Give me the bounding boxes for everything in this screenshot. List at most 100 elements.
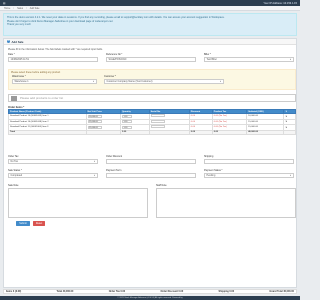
- reset-button[interactable]: Reset: [33, 221, 45, 226]
- submit-button[interactable]: Submit: [16, 221, 30, 226]
- biller-field: Biller * Test Biller ▼: [204, 53, 294, 62]
- totals-bar: Items 3 (3.00) Total 40,000.00 Order Tax…: [3, 289, 297, 294]
- demo-alert: This is the demo version 4.2.1. We reset…: [3, 13, 297, 36]
- totals-grand: Grand Total 40,000.00: [269, 290, 294, 293]
- order-discount-field: Order Discount: [106, 155, 196, 164]
- reference-label: Reference No *: [106, 53, 123, 56]
- chevron-down-icon: ▼: [92, 80, 95, 83]
- sale-status-label: Sale Status *: [8, 169, 22, 172]
- page-footer: © 2025 Stock Manager Advance (v3.4.53) A…: [0, 296, 300, 300]
- form-intro: Please fill in the information below. Th…: [8, 48, 103, 51]
- chevron-down-icon: ▼: [93, 160, 96, 163]
- quantity-input[interactable]: 1.00: [121, 125, 132, 129]
- page-title: Add Sale: [11, 39, 24, 44]
- footer-quantity: 3.00: [119, 129, 150, 135]
- reference-input[interactable]: SALE/POS/0310: [106, 57, 196, 62]
- totals-items: Items 3 (3.00): [6, 290, 22, 293]
- payment-term-label: Payment Term: [106, 169, 122, 172]
- order-discount-input[interactable]: [106, 159, 196, 164]
- biller-select[interactable]: Test Biller ▼: [204, 57, 294, 62]
- sale-status-select[interactable]: Completed ▼: [8, 173, 98, 178]
- totals-shipping: Shipping 0.00: [218, 290, 235, 293]
- chevron-down-icon: ▼: [93, 174, 96, 177]
- footer-cell: [283, 129, 296, 135]
- chevron-down-icon: ▼: [219, 80, 222, 83]
- payment-status-select[interactable]: Pending ▼: [204, 173, 294, 178]
- payment-term-field: Payment Term: [106, 169, 196, 178]
- customer-label: Customer *: [104, 75, 116, 78]
- price-input[interactable]: 15,000.00: [87, 120, 102, 124]
- sale-status-value: Completed: [10, 174, 23, 177]
- serial-input[interactable]: [150, 125, 165, 129]
- date-field: Date * 10/08/2025 11:51: [8, 53, 98, 62]
- totals-discount: Order Discount 0.00: [160, 290, 184, 293]
- sale-note-label: Sale Note: [8, 184, 19, 187]
- reference-value: SALE/POS/0310: [108, 58, 127, 61]
- price-input[interactable]: 10,000.00: [87, 114, 102, 118]
- breadcrumb-separator: /: [13, 6, 15, 10]
- ip-address-text: Your IP Address: 10.153.1.15: [263, 1, 297, 5]
- order-tax-field: Order Tax No Tax ▼: [8, 155, 98, 164]
- warehouse-label: Warehouse *: [12, 75, 26, 78]
- warehouse-value: Warehouse 1: [14, 80, 29, 83]
- quantity-input[interactable]: 1.00: [121, 114, 132, 118]
- date-input[interactable]: 10/08/2025 11:51: [8, 57, 98, 62]
- panel-header: + Add Sale: [4, 39, 296, 45]
- footer-discount: 0.00: [188, 129, 213, 135]
- date-value: 10/08/2025 11:51: [10, 58, 29, 61]
- alert-line: Thank you very much: [7, 23, 31, 27]
- staff-note-label: Staff Note: [156, 184, 167, 187]
- add-sale-panel: + Add Sale Please fill in the informatio…: [3, 38, 297, 288]
- totals-order-tax: Order Tax 0.00: [108, 290, 126, 293]
- order-tax-value: No Tax: [10, 160, 18, 163]
- quantity-input[interactable]: 1.00: [121, 120, 132, 124]
- barcode-icon: [11, 95, 17, 101]
- selection-panel: Please select these before adding any pr…: [8, 69, 296, 90]
- staff-note-textarea[interactable]: [156, 188, 296, 218]
- serial-input[interactable]: [150, 114, 165, 118]
- totals-total: Total 40,000.00: [56, 290, 74, 293]
- chevron-down-icon: ▼: [289, 174, 292, 177]
- selection-note: Please select these before adding any pr…: [11, 71, 61, 74]
- app-logo[interactable]: ▤: [3, 2, 5, 5]
- serial-input[interactable]: [150, 119, 165, 123]
- customer-value: Customer Company Name (Test Customer): [106, 80, 153, 83]
- chevron-down-icon: ▼: [289, 58, 292, 61]
- shipping-input[interactable]: [204, 159, 294, 164]
- price-input[interactable]: 15,000.00: [87, 125, 102, 129]
- biller-label: Biller *: [204, 53, 211, 56]
- footer-cell: [148, 129, 190, 135]
- footer-tax: 0.00: [211, 129, 248, 135]
- payment-status-field: Payment Status * Pending ▼: [204, 169, 294, 178]
- order-tax-label: Order Tax: [8, 155, 19, 158]
- sale-note-textarea[interactable]: [8, 188, 148, 218]
- footer-total-label: Total: [8, 129, 87, 135]
- breadcrumb: Home / Sales / Add Sale: [0, 6, 300, 11]
- breadcrumb-sales[interactable]: Sales: [17, 7, 23, 10]
- footer-cell: [85, 129, 121, 135]
- breadcrumb-home[interactable]: Home: [4, 7, 10, 10]
- plus-icon: +: [7, 39, 10, 43]
- order-tax-select[interactable]: No Tax ▼: [8, 159, 98, 164]
- biller-value: Test Biller: [206, 58, 217, 61]
- customer-select[interactable]: Customer Company Name (Test Customer) ▼: [104, 79, 224, 84]
- date-label: Date *: [8, 53, 15, 56]
- payment-term-input[interactable]: [106, 173, 196, 178]
- payment-status-value: Pending: [206, 174, 216, 177]
- sale-status-field: Sale Status * Completed ▼: [8, 169, 98, 178]
- breadcrumb-separator: /: [26, 6, 27, 10]
- breadcrumb-current: Add Sale: [29, 6, 40, 10]
- reference-field: Reference No * SALE/POS/0310: [106, 53, 196, 62]
- table-footer-row: Total 3.00 0.00 0.00 40,000.00: [8, 129, 296, 135]
- shipping-label: Shipping: [204, 155, 214, 158]
- payment-status-label: Payment Status *: [204, 169, 223, 172]
- footer-subtotal: 40,000.00: [246, 129, 285, 135]
- add-product-input[interactable]: Please add products to order list: [20, 96, 63, 100]
- add-product-bar[interactable]: Please add products to order list: [8, 94, 296, 102]
- shipping-field: Shipping: [204, 155, 294, 164]
- warehouse-field: Warehouse * Warehouse 1 ▼: [12, 75, 97, 84]
- order-discount-label: Order Discount: [106, 155, 123, 158]
- customer-field: Customer * Customer Company Name (Test C…: [104, 75, 224, 84]
- warehouse-select[interactable]: Warehouse 1 ▼: [12, 79, 97, 84]
- order-items-table: Product Name (Product Code) Net Unit Pri…: [8, 109, 296, 135]
